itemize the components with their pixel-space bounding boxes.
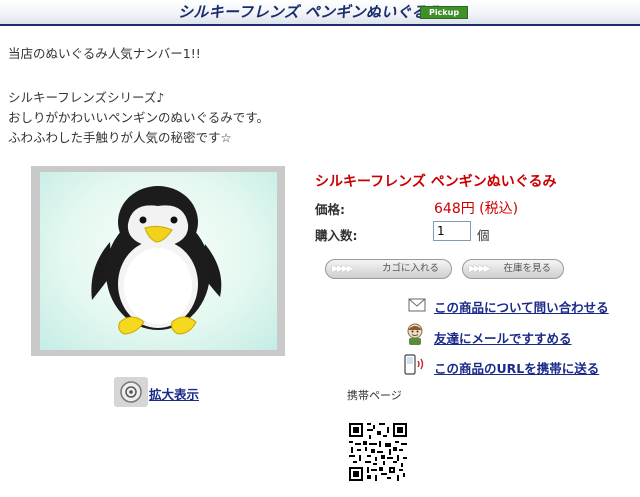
intro-line-4: ふわふわした手触りが人気の秘密です☆ xyxy=(8,130,232,145)
envelope-icon xyxy=(408,298,426,312)
product-image[interactable] xyxy=(40,172,277,350)
quantity-input[interactable] xyxy=(433,221,471,241)
arrow-icon: ▶▶▶▶ xyxy=(332,264,354,274)
mobile-page-label: 携帯ページ xyxy=(347,389,402,402)
send-url-to-mobile-link[interactable]: この商品のURLを携帯に送る xyxy=(434,358,599,377)
quantity-label: 購入数: xyxy=(315,228,358,243)
intro-text: 当店のぬいぐるみ人気ナンバー1!! シルキーフレンズシリーズ♪ おしりがかわいい… xyxy=(8,44,408,148)
price-value: 648円 (税込) xyxy=(434,201,519,217)
header-bar: シルキーフレンズ ペンギンぬいぐるみ Pickup xyxy=(0,0,640,26)
intro-line-1: 当店のぬいぐるみ人気ナンバー1!! xyxy=(8,46,201,61)
zoom-button[interactable] xyxy=(114,377,148,407)
arrow-icon: ▶▶▶▶ xyxy=(469,264,491,274)
view-stock-label: 在庫を見る xyxy=(503,263,551,274)
qr-code-icon[interactable] xyxy=(349,423,407,481)
person-icon xyxy=(407,323,423,345)
zoom-magnifier-icon xyxy=(120,381,142,403)
page-title: シルキーフレンズ ペンギンぬいぐるみ xyxy=(178,3,443,21)
add-to-cart-label: カゴに入れる xyxy=(381,263,439,274)
intro-line-3: おしりがかわいいペンギンのぬいぐるみです。 xyxy=(8,110,270,125)
zoom-link[interactable]: 拡大表示 xyxy=(149,384,199,403)
view-stock-button[interactable]: ▶▶▶▶ 在庫を見る xyxy=(462,259,564,279)
recommend-link[interactable]: 友達にメールですすめる xyxy=(434,328,572,347)
pickup-badge: Pickup xyxy=(420,6,468,19)
penguin-plush-illustration xyxy=(91,186,222,335)
intro-line-2: シルキーフレンズシリーズ♪ xyxy=(8,90,165,105)
mobile-phone-icon xyxy=(404,354,424,375)
inquiry-link[interactable]: この商品について問い合わせる xyxy=(434,297,609,316)
add-to-cart-button[interactable]: ▶▶▶▶ カゴに入れる xyxy=(325,259,452,279)
price-label: 価格: xyxy=(315,202,345,217)
product-name: シルキーフレンズ ペンギンぬいぐるみ xyxy=(315,174,557,190)
quantity-unit: 個 xyxy=(477,228,490,243)
product-image-frame xyxy=(31,166,285,356)
